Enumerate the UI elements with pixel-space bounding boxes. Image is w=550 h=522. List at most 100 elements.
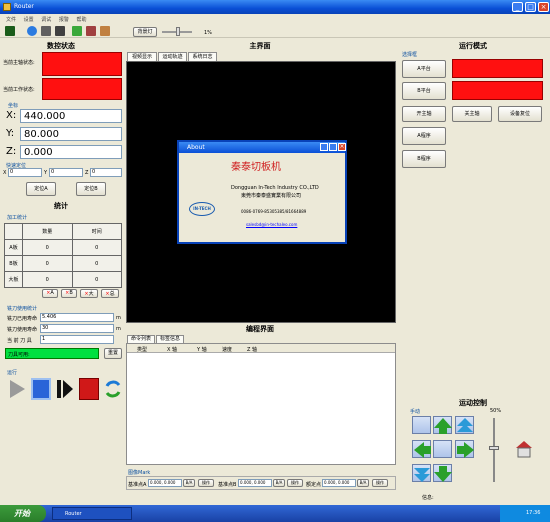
tool-life-field[interactable]: 30	[40, 324, 114, 333]
clear-total-button[interactable]: ×总	[101, 289, 119, 298]
row-name: A板	[4, 239, 23, 256]
z-up-button[interactable]	[412, 416, 431, 434]
tab-video[interactable]: 视频显示	[127, 52, 157, 61]
ref-b-op-button[interactable]: 操作	[287, 479, 303, 487]
backlight-button[interactable]: 背景灯	[133, 27, 157, 37]
start-button[interactable]: 开始	[0, 505, 46, 522]
z-up-icon[interactable]	[455, 416, 474, 434]
ref-b-unit[interactable]: B/A	[273, 479, 285, 487]
ref-b-value[interactable]: 0.000, 0.000	[238, 479, 272, 487]
spindle-off-button[interactable]: 关主轴	[452, 106, 492, 122]
rated-op-button[interactable]: 操作	[372, 479, 388, 487]
cycle-icon[interactable]	[103, 378, 123, 400]
y-up-icon[interactable]	[433, 416, 452, 434]
app-icon	[3, 3, 11, 11]
speed-slider-handle[interactable]	[176, 27, 180, 36]
y-down-icon[interactable]	[433, 464, 452, 482]
command-header: 类型 X 轴 Y 轴 速度 Z 轴	[127, 344, 395, 353]
green-tool-icon[interactable]	[72, 26, 82, 36]
clear-a-button[interactable]: ×A	[42, 289, 58, 298]
x-right-icon[interactable]	[455, 440, 474, 458]
main-axis-status	[42, 52, 122, 76]
menu-settings[interactable]: 设置	[24, 16, 34, 23]
position-a-button[interactable]: 定位A	[26, 182, 56, 196]
ref-a-value[interactable]: 0.000, 0.000	[148, 479, 182, 487]
platform-b-label: B平台	[417, 88, 431, 94]
menu-alarm[interactable]: 报警	[59, 16, 69, 23]
minimize-button[interactable]: _	[512, 2, 523, 12]
row-qty: 0	[22, 271, 73, 288]
fast-y-input[interactable]: 0	[49, 168, 83, 177]
table-row: B板 0 0	[4, 255, 122, 272]
jog-speed-slider[interactable]	[493, 418, 495, 482]
spindle-on-button[interactable]: 开主轴	[402, 106, 446, 122]
menu-help[interactable]: 帮助	[76, 16, 86, 23]
about-close-button[interactable]: ×	[338, 143, 346, 151]
clear-big-button[interactable]: ×大	[80, 289, 98, 298]
about-dialog: About × 秦泰切板机 IN-TECH Dongguan In-Tech I…	[177, 140, 347, 244]
ref-a-op-button[interactable]: 操作	[198, 479, 214, 487]
tab-log[interactable]: 系统日志	[188, 52, 217, 61]
fast-z-input[interactable]: 0	[90, 168, 122, 177]
menu-bar: 文件 设置 调试 报警 帮助	[0, 14, 550, 24]
config-icon[interactable]	[41, 26, 51, 36]
menu-file[interactable]: 文件	[6, 16, 16, 23]
tab-commands[interactable]: 命令列表	[127, 335, 155, 343]
y-label: Y:	[6, 128, 15, 139]
jog-speed-handle[interactable]	[489, 446, 499, 450]
clear-b-button[interactable]: ×B	[61, 289, 77, 298]
refresh-icon[interactable]	[27, 26, 37, 36]
device-reset-button[interactable]: 设备复位	[498, 106, 542, 122]
stop-icon[interactable]	[79, 378, 99, 400]
image-mark-label: 图像Mark	[128, 470, 151, 476]
play-icon[interactable]	[7, 378, 27, 400]
ref-a-label: 基准点A	[128, 482, 147, 488]
platform-a-button[interactable]: A平台	[402, 60, 446, 78]
rated-value[interactable]: 0.000, 0.000	[322, 479, 356, 487]
row-qty: 0	[22, 239, 73, 256]
position-b-button[interactable]: 定位B	[76, 182, 106, 196]
clear-a-label: A	[50, 290, 54, 296]
rated-unit[interactable]: B/A	[357, 479, 369, 487]
fast-x-input[interactable]: 0	[8, 168, 42, 177]
taskbar-router[interactable]: Router	[52, 507, 132, 520]
platform-b-button[interactable]: B平台	[402, 82, 446, 100]
save-icon[interactable]	[5, 26, 15, 36]
tab-motion[interactable]: 运动轨迹	[158, 52, 187, 61]
program-b-button[interactable]: B程序	[402, 150, 446, 168]
home-button[interactable]	[433, 440, 452, 458]
position-a-label: 定位A	[34, 186, 48, 192]
about-phone: 0086-0769-85305385/81664889	[241, 209, 307, 214]
command-list[interactable]	[126, 343, 396, 465]
pause-icon[interactable]	[31, 378, 51, 400]
about-titlebar: About ×	[179, 142, 346, 153]
red-tool-icon[interactable]	[86, 26, 96, 36]
close-button[interactable]: ×	[538, 2, 549, 12]
home-icon[interactable]	[515, 440, 533, 458]
run-title: 运行	[7, 370, 18, 376]
prog-title: 编程界面	[246, 325, 274, 333]
y-value: 80.000	[20, 127, 122, 141]
info-label: 信息:	[422, 495, 434, 501]
step-icon[interactable]	[55, 378, 75, 400]
x-left-icon[interactable]	[412, 440, 431, 458]
menu-debug[interactable]: 调试	[41, 16, 51, 23]
tool-cur-field[interactable]: 1	[40, 335, 114, 344]
tab-tags[interactable]: 标签信息	[156, 335, 184, 343]
about-min-button[interactable]	[320, 143, 328, 151]
maximize-button[interactable]: □	[525, 2, 536, 12]
program-a-button[interactable]: A程序	[402, 127, 446, 145]
z-down-icon[interactable]	[412, 464, 431, 482]
tool-used-field[interactable]: 5.406	[40, 313, 114, 322]
reset-tool-button[interactable]: 重置	[104, 348, 122, 359]
clear-b-label: B	[69, 290, 73, 296]
program-b-label: B程序	[417, 156, 431, 162]
col-x: X 轴	[167, 347, 178, 353]
ref-a-unit[interactable]: B/A	[183, 479, 195, 487]
about-email[interactable]: salesbd@in-techaleo.com	[246, 222, 297, 227]
pen-icon[interactable]	[100, 26, 110, 36]
tool-life-label: 铣刀使用寿命	[7, 327, 38, 333]
about-max-button[interactable]	[329, 143, 337, 151]
coord-group-label: 坐标	[8, 103, 19, 109]
camera-icon[interactable]	[55, 26, 65, 36]
